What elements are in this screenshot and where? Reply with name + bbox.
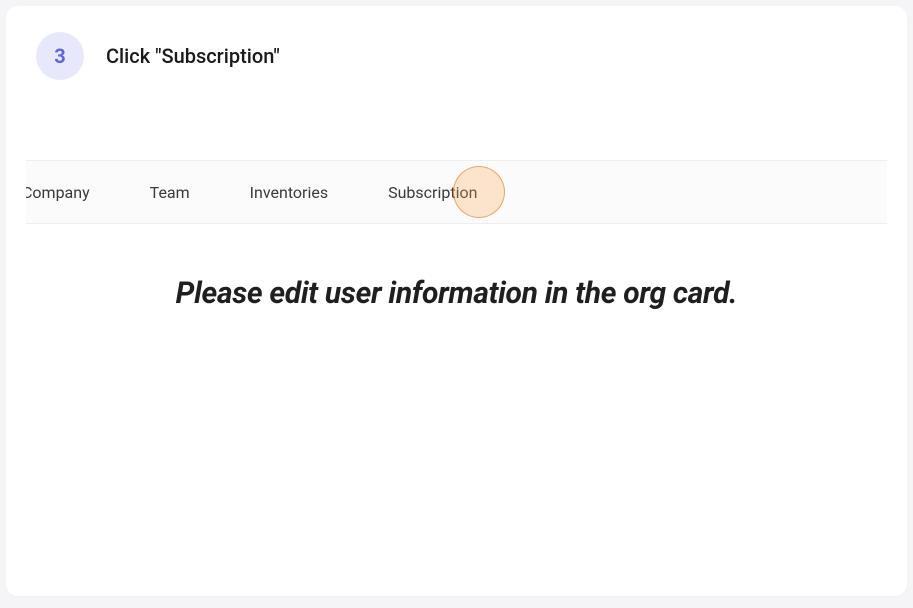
tab-inventories[interactable]: Inventories [220,183,358,202]
info-message: Please edit user information in the org … [26,276,887,311]
tab-subscription[interactable]: Subscription [358,183,507,202]
step-title: Click "Subscription" [106,44,280,68]
content-area: Company Team Inventories Subscription Pl… [26,160,887,311]
step-number: 3 [54,44,65,68]
tab-company[interactable]: Company [26,183,120,202]
step-header: 3 Click "Subscription" [6,6,907,100]
step-number-badge: 3 [36,32,84,80]
tab-bar: Company Team Inventories Subscription [26,160,887,224]
instruction-card: 3 Click "Subscription" Company Team Inve… [6,6,907,596]
tab-team[interactable]: Team [120,183,220,202]
